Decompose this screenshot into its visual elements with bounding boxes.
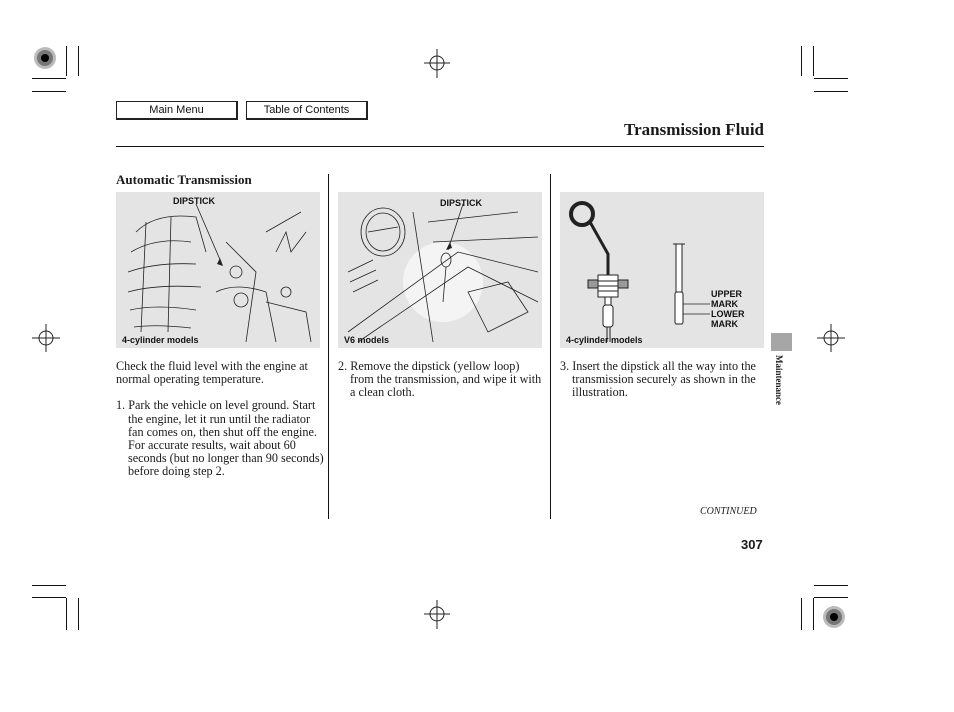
- figure-caption: V6 models: [344, 335, 390, 345]
- figure-dipstick-marks: UPPER MARK LOWER MARK 4-cylinder models: [560, 192, 764, 348]
- figure-caption: 4-cylinder models: [566, 335, 643, 345]
- intro-paragraph: Check the fluid level with the engine at…: [116, 359, 308, 387]
- main-menu-button[interactable]: Main Menu: [116, 101, 238, 120]
- column-divider: [550, 174, 551, 519]
- figure-caption: 4-cylinder models: [122, 335, 199, 345]
- column-1-text: Check the fluid level with the engine at…: [116, 359, 324, 479]
- upper-mark-label-line1: UPPER: [711, 289, 743, 299]
- column-2-text: 2. Remove the dipstick (yellow loop) fro…: [338, 359, 542, 400]
- dipstick-callout: DIPSTICK: [440, 198, 483, 208]
- engine-illustration: [127, 203, 312, 343]
- upper-mark-label-line2: MARK: [711, 299, 738, 309]
- lower-mark-label-line2: MARK: [711, 319, 738, 329]
- table-of-contents-button[interactable]: Table of Contents: [246, 101, 368, 120]
- lower-mark-label-line1: LOWER: [711, 309, 745, 319]
- figure-engine-v6: DIPSTICK V6 models: [338, 192, 542, 348]
- engine-illustration: [347, 203, 539, 343]
- dipstick-callout: DIPSTICK: [173, 196, 216, 206]
- step-2: 2. Remove the dipstick (yellow loop) fro…: [338, 359, 542, 400]
- page-title: Transmission Fluid: [624, 120, 764, 139]
- page-number: 307: [741, 537, 763, 552]
- title-rule: [116, 146, 764, 147]
- color-target-top-left: [34, 47, 56, 69]
- section-tab[interactable]: [771, 333, 792, 351]
- section-tab-label: Maintenance: [774, 355, 784, 405]
- column-divider: [328, 174, 329, 519]
- step-3: 3. Insert the dipstick all the way into …: [560, 359, 756, 400]
- upper-mark-label: UPPER MARK LOWER MARK: [711, 289, 745, 329]
- registration-target-bottom: [424, 600, 450, 629]
- section-heading: Automatic Transmission: [116, 172, 252, 187]
- color-target-bottom-right: [823, 606, 845, 628]
- registration-target-left: [32, 324, 60, 352]
- registration-target-top: [424, 49, 450, 78]
- registration-target-right: [817, 324, 845, 352]
- continued-label: CONTINUED: [700, 506, 757, 517]
- column-3-text: 3. Insert the dipstick all the way into …: [560, 359, 764, 400]
- figure-engine-4cyl: DIPSTICK 4-cylinder models: [116, 192, 320, 348]
- step-1: 1. Park the vehicle on level ground. Sta…: [116, 398, 324, 479]
